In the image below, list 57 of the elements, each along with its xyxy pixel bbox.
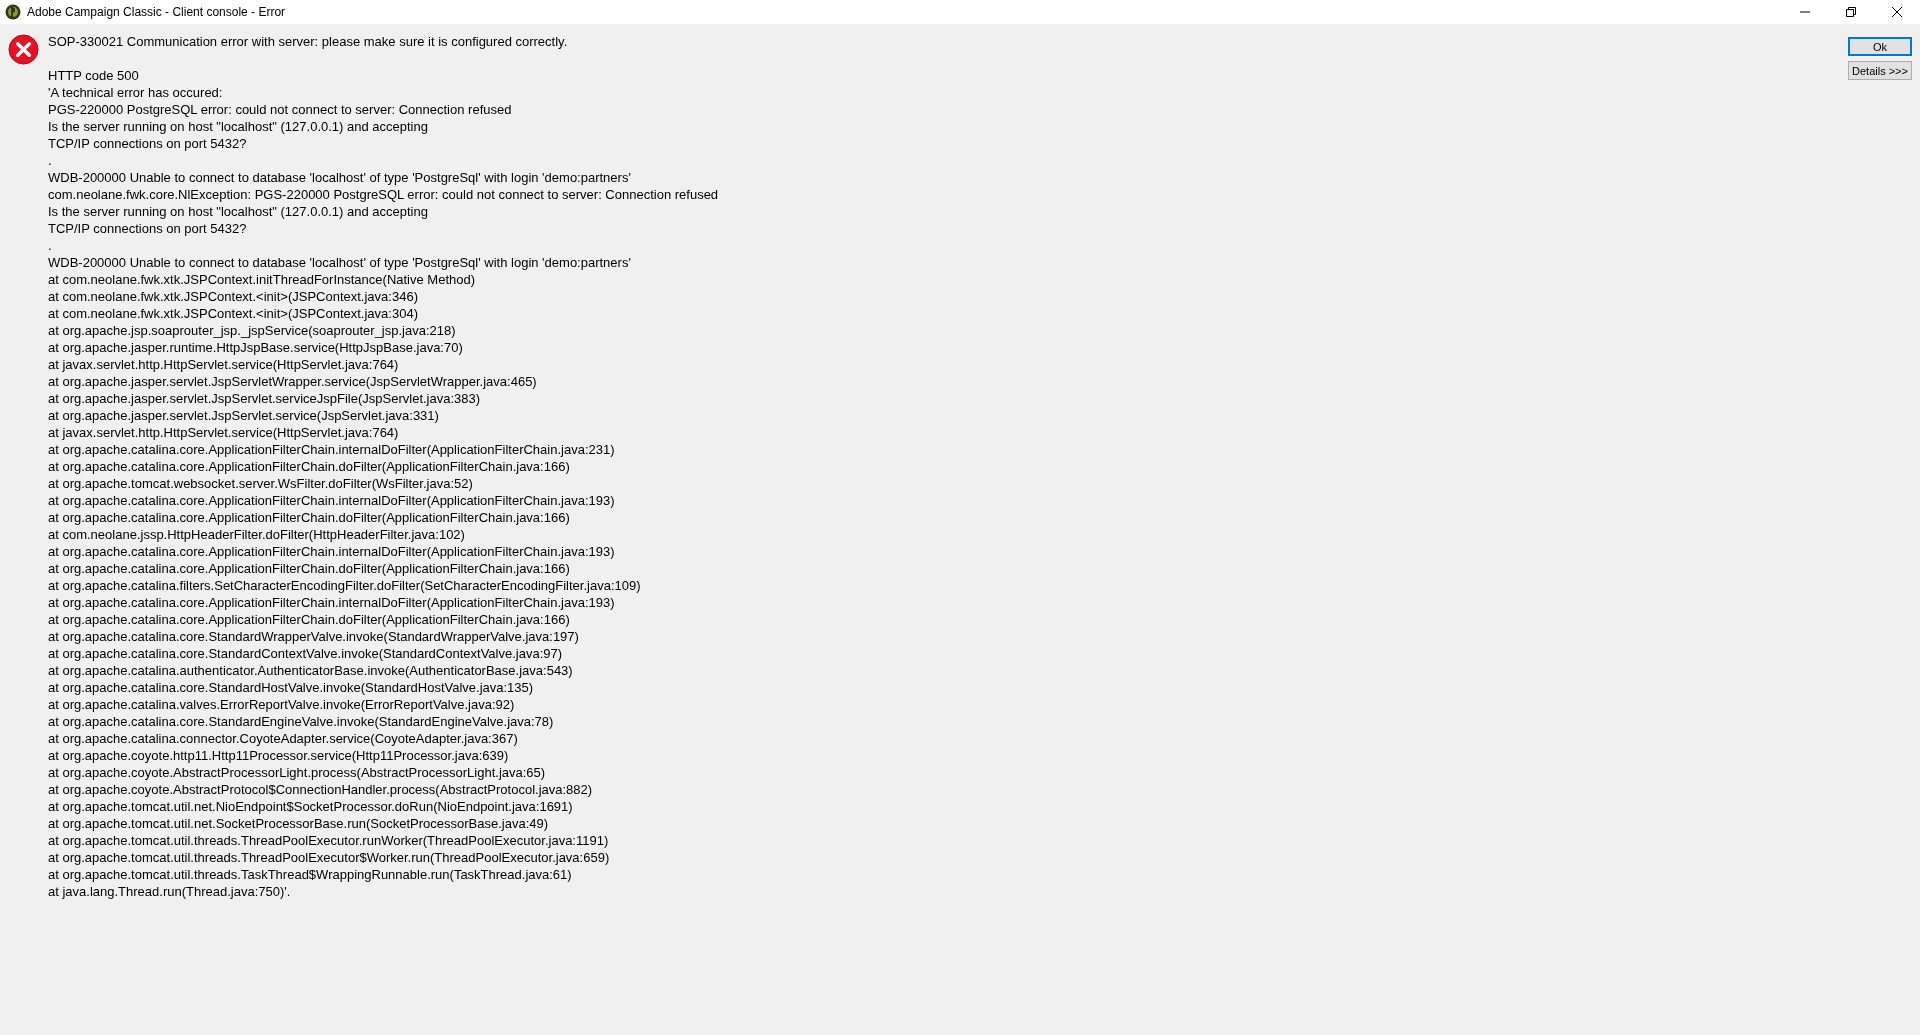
error-detail-line: at org.apache.catalina.valves.ErrorReportValve.invoke(ErrorReportValve.java:92) bbox=[48, 696, 515, 713]
error-detail-line: at org.apache.catalina.core.StandardContextValve.invoke(StandardContextValve.java:97) bbox=[48, 645, 563, 662]
error-detail-line: at org.apache.jasper.servlet.JspServlet.serviceJspFile(JspServlet.java:383) bbox=[48, 390, 481, 407]
error-detail-line: at org.apache.catalina.core.ApplicationFilterChain.internalDoFilter(ApplicationFilterChain.java:193) bbox=[48, 543, 615, 560]
error-detail-line: at org.apache.catalina.core.ApplicationFilterChain.doFilter(ApplicationFilterChain.java:166) bbox=[48, 458, 570, 475]
error-detail-line: 'A technical error has occured: bbox=[48, 84, 223, 101]
error-detail-line: at org.apache.catalina.core.StandardHostValve.invoke(StandardHostValve.java:135) bbox=[48, 679, 534, 696]
error-detail-line: at org.apache.catalina.core.ApplicationFilterChain.doFilter(ApplicationFilterChain.java:166) bbox=[48, 611, 570, 628]
error-detail-line: at org.apache.tomcat.util.net.SocketProcessorBase.run(SocketProcessorBase.java:49) bbox=[48, 815, 549, 832]
error-detail-line: at org.apache.catalina.core.ApplicationFilterChain.doFilter(ApplicationFilterChain.java:166) bbox=[48, 560, 570, 577]
error-message: SOP-330021 Communication error with server: please make sure it is configured correctly. bbox=[48, 33, 568, 50]
ok-button[interactable]: Ok bbox=[1848, 37, 1912, 56]
error-detail-line: at com.neolane.jssp.HttpHeaderFilter.doFilter(HttpHeaderFilter.java:102) bbox=[48, 526, 465, 543]
details-button[interactable]: Details >>> bbox=[1848, 61, 1912, 80]
error-detail-line: at org.apache.tomcat.util.threads.ThreadPoolExecutor$Worker.run(ThreadPoolExecutor.java:659) bbox=[48, 849, 610, 866]
error-detail-line: Is the server running on host "localhost" (127.0.0.1) and accepting bbox=[48, 203, 428, 220]
error-detail-line: at org.apache.catalina.authenticator.AuthenticatorBase.invoke(AuthenticatorBase.java:543) bbox=[48, 662, 573, 679]
error-detail-line: at org.apache.coyote.AbstractProcessorLight.process(AbstractProcessorLight.java:65) bbox=[48, 764, 546, 781]
error-detail-line: at com.neolane.fwk.xtk.JSPContext.initThreadForInstance(Native Method) bbox=[48, 271, 476, 288]
error-detail-line: TCP/IP connections on port 5432? bbox=[48, 220, 247, 237]
error-detail-line: at org.apache.catalina.connector.CoyoteAdapter.service(CoyoteAdapter.java:367) bbox=[48, 730, 518, 747]
error-detail-line: com.neolane.fwk.core.NlException: PGS-220000 PostgreSQL error: could not connect to server: Connection refused bbox=[48, 186, 719, 203]
error-detail-line: at org.apache.jasper.servlet.JspServletWrapper.service(JspServletWrapper.java:465) bbox=[48, 373, 537, 390]
error-detail-line: at org.apache.jsp.soaprouter_jsp._jspService(soaprouter_jsp.java:218) bbox=[48, 322, 456, 339]
error-detail-line: . bbox=[48, 152, 52, 169]
error-detail-line: at org.apache.tomcat.util.threads.TaskThread$WrappingRunnable.run(TaskThread.java:61) bbox=[48, 866, 572, 883]
error-detail-line: at org.apache.jasper.servlet.JspServlet.service(JspServlet.java:331) bbox=[48, 407, 439, 424]
error-detail-line: at org.apache.catalina.core.ApplicationFilterChain.internalDoFilter(ApplicationFilterChain.java:193) bbox=[48, 492, 615, 509]
error-detail-line: at javax.servlet.http.HttpServlet.service(HttpServlet.java:764) bbox=[48, 356, 399, 373]
error-detail-line: WDB-200000 Unable to connect to database 'localhost' of type 'PostgreSql' with login 'demo:partners' bbox=[48, 169, 631, 186]
restore-icon bbox=[1846, 7, 1856, 17]
app-logo-icon bbox=[5, 4, 21, 20]
error-detail-line: at org.apache.coyote.http11.Http11Processor.service(Http11Processor.java:639) bbox=[48, 747, 509, 764]
error-detail-line: at org.apache.coyote.AbstractProtocol$ConnectionHandler.process(AbstractProtocol.java:882) bbox=[48, 781, 593, 798]
error-detail-line: at org.apache.catalina.core.StandardEngineValve.invoke(StandardEngineValve.java:78) bbox=[48, 713, 554, 730]
error-detail-line: Is the server running on host "localhost" (127.0.0.1) and accepting bbox=[48, 118, 428, 135]
error-detail-line: at org.apache.tomcat.util.net.NioEndpoint$SocketProcessor.doRun(NioEndpoint.java:1691) bbox=[48, 798, 573, 815]
error-detail-line: at com.neolane.fwk.xtk.JSPContext.<init>(JSPContext.java:304) bbox=[48, 305, 418, 322]
error-detail-line: at com.neolane.fwk.xtk.JSPContext.<init>(JSPContext.java:346) bbox=[48, 288, 418, 305]
error-detail-line: at javax.servlet.http.HttpServlet.service(HttpServlet.java:764) bbox=[48, 424, 399, 441]
error-detail-line: at org.apache.catalina.core.StandardWrapperValve.invoke(StandardWrapperValve.java:197) bbox=[48, 628, 579, 645]
error-detail-line: HTTP code 500 bbox=[48, 67, 139, 84]
error-detail-line: at org.apache.catalina.core.ApplicationFilterChain.internalDoFilter(ApplicationFilterChain.java:231) bbox=[48, 441, 615, 458]
error-detail-line: at org.apache.catalina.filters.SetCharacterEncodingFilter.doFilter(SetCharacterEncodingFilter.java:109) bbox=[48, 577, 641, 594]
error-detail-line: at java.lang.Thread.run(Thread.java:750)'. bbox=[48, 883, 291, 900]
error-detail-line: at org.apache.tomcat.util.threads.ThreadPoolExecutor.runWorker(ThreadPoolExecutor.java:1191) bbox=[48, 832, 609, 849]
error-detail-line: TCP/IP connections on port 5432? bbox=[48, 135, 247, 152]
error-detail-line: at org.apache.catalina.core.ApplicationFilterChain.internalDoFilter(ApplicationFilterChain.java:193) bbox=[48, 594, 615, 611]
error-icon bbox=[8, 34, 39, 65]
error-detail-line: WDB-200000 Unable to connect to database 'localhost' of type 'PostgreSql' with login 'demo:partners' bbox=[48, 254, 631, 271]
error-detail-line: at org.apache.tomcat.websocket.server.WsFilter.doFilter(WsFilter.java:52) bbox=[48, 475, 473, 492]
error-detail-line: . bbox=[48, 237, 52, 254]
close-icon bbox=[1892, 7, 1902, 17]
window-title: Adobe Campaign Classic - Client console - Error bbox=[27, 5, 287, 19]
error-detail-line: at org.apache.jasper.runtime.HttpJspBase.service(HttpJspBase.java:70) bbox=[48, 339, 463, 356]
error-detail-line: at org.apache.catalina.core.ApplicationFilterChain.doFilter(ApplicationFilterChain.java:166) bbox=[48, 509, 570, 526]
error-detail-line: PGS-220000 PostgreSQL error: could not connect to server: Connection refused bbox=[48, 101, 512, 118]
